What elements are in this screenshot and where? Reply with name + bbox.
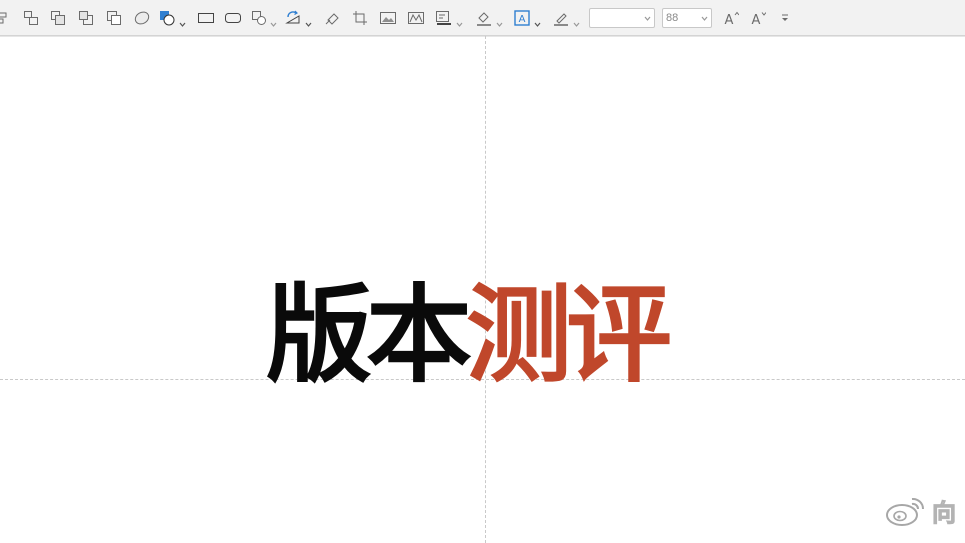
toolbar: A 88 A A xyxy=(0,0,965,36)
chevron-down-icon[interactable] xyxy=(179,13,186,27)
ellipse-icon[interactable] xyxy=(133,9,151,27)
picture-icon[interactable] xyxy=(379,9,397,27)
svg-text:A: A xyxy=(752,13,761,26)
chevron-down-icon[interactable] xyxy=(534,13,541,27)
font-color-icon[interactable] xyxy=(552,9,570,27)
font-size-select[interactable]: 88 xyxy=(662,8,712,28)
watermark: 向 xyxy=(884,490,957,530)
rectangle-icon[interactable] xyxy=(197,9,215,27)
chevron-down-icon[interactable] xyxy=(270,13,277,27)
text-edit-icon[interactable] xyxy=(435,9,453,27)
crop-icon[interactable] xyxy=(351,9,369,27)
headline-black-text: 版本 xyxy=(266,274,472,397)
rotate-icon[interactable] xyxy=(284,9,302,27)
fill-color-icon[interactable] xyxy=(475,9,493,27)
headline-text-box[interactable]: 版本测评 xyxy=(266,274,672,397)
increase-font-size-icon[interactable]: A xyxy=(722,9,740,27)
decrease-font-size-icon[interactable]: A xyxy=(749,9,767,27)
watermark-text: 向 xyxy=(932,498,957,527)
chevron-down-icon[interactable] xyxy=(305,13,312,27)
svg-text:A: A xyxy=(519,14,526,25)
group-icon[interactable] xyxy=(22,9,40,27)
chevron-down-icon[interactable] xyxy=(496,13,503,27)
chevron-down-icon xyxy=(701,15,708,22)
align-icon[interactable] xyxy=(0,9,14,27)
font-family-select[interactable] xyxy=(589,8,655,28)
picture-adjust-icon[interactable] xyxy=(407,9,425,27)
chevron-down-icon[interactable] xyxy=(573,13,580,27)
format-painter-icon[interactable] xyxy=(324,9,342,27)
text-box-icon[interactable]: A xyxy=(513,9,531,27)
shapes-icon[interactable] xyxy=(250,9,268,27)
weibo-logo-icon xyxy=(886,497,925,526)
arrange-icon[interactable] xyxy=(105,9,123,27)
headline-red-text: 测评 xyxy=(466,274,672,397)
font-size-value: 88 xyxy=(666,12,679,24)
chevron-down-icon[interactable] xyxy=(456,13,463,27)
bring-forward-icon[interactable] xyxy=(49,9,67,27)
more-options-icon[interactable] xyxy=(776,9,794,27)
rounded-rectangle-icon[interactable] xyxy=(224,9,242,27)
chevron-down-icon xyxy=(644,15,651,22)
shape-fill-icon[interactable] xyxy=(158,9,176,27)
send-backward-icon[interactable] xyxy=(77,9,95,27)
svg-text:A: A xyxy=(725,13,734,26)
